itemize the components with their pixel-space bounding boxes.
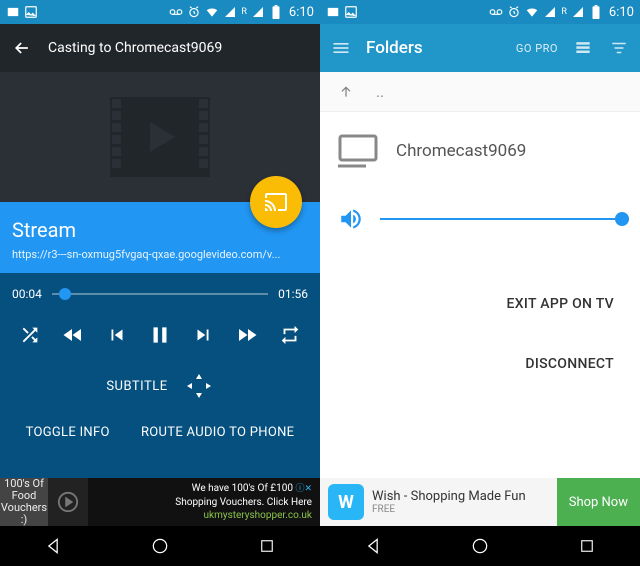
ad-banner[interactable]: 100's Of Food Vouchers :) We have 100's … — [0, 478, 320, 526]
signal2-icon — [571, 5, 585, 19]
alarm-icon — [187, 5, 201, 19]
go-pro-button[interactable]: GO PRO — [516, 42, 558, 55]
device-name: Chromecast9069 — [396, 141, 526, 161]
app-icon — [326, 5, 340, 19]
player-controls: 00:04 01:56 SUBTITLE TOGGLE INFO ROUTE A… — [0, 273, 320, 478]
tv-icon — [338, 134, 378, 168]
cast-icon — [264, 190, 288, 214]
toggle-info-button[interactable]: TOGGLE INFO — [26, 425, 110, 440]
voicemail-icon — [489, 5, 503, 19]
battery-icon — [269, 5, 283, 19]
ad-thumbnail: 100's Of Food Vouchers :) — [0, 478, 48, 526]
shop-now-button[interactable]: Shop Now — [557, 478, 640, 526]
up-dots: .. — [376, 83, 384, 101]
nav-recent-button[interactable] — [575, 534, 599, 558]
repeat-button[interactable] — [276, 321, 304, 349]
signal-icon — [543, 5, 557, 19]
nav-bar — [0, 526, 320, 566]
image-icon — [24, 5, 38, 19]
network-label: R — [241, 7, 247, 17]
forward-button[interactable] — [233, 321, 261, 349]
time-current: 00:04 — [12, 287, 42, 301]
signal-icon — [223, 5, 237, 19]
time-total: 01:56 — [278, 287, 308, 301]
nav-back-button[interactable] — [361, 534, 385, 558]
disconnect-button[interactable]: DISCONNECT — [338, 334, 622, 394]
battery-icon — [589, 5, 603, 19]
ad-app-text: Wish - Shopping Made Fun FREE — [372, 489, 557, 515]
dpad-icon[interactable] — [184, 371, 214, 401]
previous-button[interactable] — [103, 321, 131, 349]
nav-home-button[interactable] — [468, 534, 492, 558]
ad-text: We have 100's Of £100 ⓘ✕ Shopping Vouche… — [88, 482, 320, 522]
up-arrow-icon — [338, 84, 354, 100]
status-time: 6:10 — [289, 5, 314, 20]
menu-icon[interactable] — [330, 37, 352, 59]
volume-row — [338, 206, 622, 232]
cast-title: Casting to Chromecast9069 — [48, 40, 222, 56]
cast-header: Casting to Chromecast9069 — [0, 24, 320, 72]
volume-slider[interactable] — [380, 218, 622, 220]
network-label: R — [561, 7, 567, 17]
status-bar: R 6:10 — [0, 0, 320, 24]
status-time: 6:10 — [609, 5, 634, 20]
cast-device-row[interactable]: Chromecast9069 — [338, 134, 622, 168]
nav-bar — [320, 526, 640, 566]
wifi-icon — [205, 5, 219, 19]
toolbar-title: Folders — [366, 38, 423, 58]
ad-banner[interactable]: W Wish - Shopping Made Fun FREE Shop Now — [320, 478, 640, 526]
next-button[interactable] — [189, 321, 217, 349]
view-list-icon[interactable] — [572, 37, 594, 59]
alarm-icon — [507, 5, 521, 19]
filter-icon[interactable] — [608, 37, 630, 59]
nav-home-button[interactable] — [148, 534, 172, 558]
shuffle-button[interactable] — [16, 321, 44, 349]
voicemail-icon — [169, 5, 183, 19]
pause-button[interactable] — [146, 321, 174, 349]
ad-play-icon — [48, 478, 88, 526]
stream-url: https://r3---sn-oxmug5fvgaq-qxae.googlev… — [12, 248, 308, 261]
app-icon — [6, 5, 20, 19]
path-bar[interactable]: .. — [320, 72, 640, 112]
nav-recent-button[interactable] — [255, 534, 279, 558]
ad-app-icon: W — [328, 484, 364, 520]
subtitle-button[interactable]: SUBTITLE — [106, 379, 167, 394]
status-bar: R 6:10 — [320, 0, 640, 24]
route-audio-button[interactable]: ROUTE AUDIO TO PHONE — [141, 425, 294, 440]
video-preview — [0, 72, 320, 202]
toolbar: Folders GO PRO — [320, 24, 640, 72]
filmstrip-icon — [105, 92, 215, 182]
exit-app-button[interactable]: EXIT APP ON TV — [338, 274, 622, 334]
image-icon — [344, 5, 358, 19]
volume-icon[interactable] — [338, 206, 364, 232]
back-icon[interactable] — [12, 38, 32, 58]
rewind-button[interactable] — [59, 321, 87, 349]
cast-fab[interactable] — [250, 176, 302, 228]
seek-bar[interactable] — [52, 293, 268, 295]
nav-back-button[interactable] — [41, 534, 65, 558]
signal2-icon — [251, 5, 265, 19]
wifi-icon — [525, 5, 539, 19]
